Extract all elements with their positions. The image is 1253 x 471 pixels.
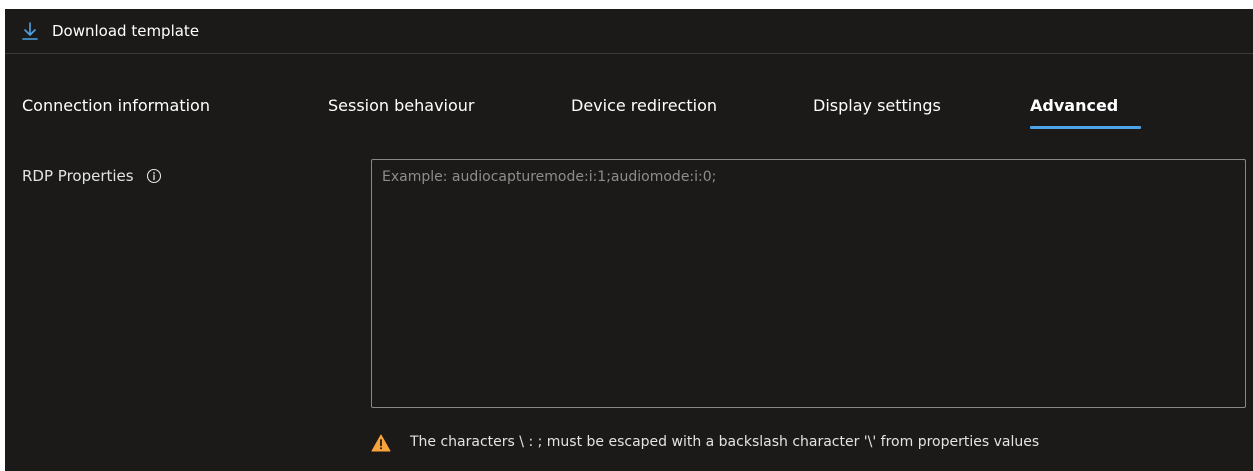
download-template-button[interactable]: Download template [22, 19, 199, 43]
tab-display-settings[interactable]: Display settings [813, 95, 941, 117]
tab-session-behaviour[interactable]: Session behaviour [328, 95, 475, 117]
active-tab-indicator [1030, 126, 1141, 129]
rdp-properties-textarea[interactable] [371, 159, 1246, 408]
escape-warning-message: The characters \ : ; must be escaped wit… [371, 433, 1231, 452]
tab-advanced[interactable]: Advanced [1030, 95, 1118, 117]
warning-triangle-icon [371, 434, 391, 452]
settings-tabs: Connection information Session behaviour… [5, 95, 1253, 135]
warning-text: The characters \ : ; must be escaped wit… [410, 434, 1040, 450]
page-frame: Download template Connection information… [0, 0, 1253, 471]
info-icon[interactable] [146, 168, 162, 184]
advanced-settings-panel: Download template Connection information… [5, 9, 1253, 471]
tab-connection-information[interactable]: Connection information [22, 95, 210, 117]
download-template-label: Download template [52, 22, 200, 40]
rdp-properties-label-row: RDP Properties [22, 167, 162, 185]
rdp-properties-label: RDP Properties [22, 167, 134, 185]
command-bar: Download template [5, 9, 1253, 54]
download-arrow-icon [22, 22, 38, 40]
tab-device-redirection[interactable]: Device redirection [571, 95, 717, 117]
